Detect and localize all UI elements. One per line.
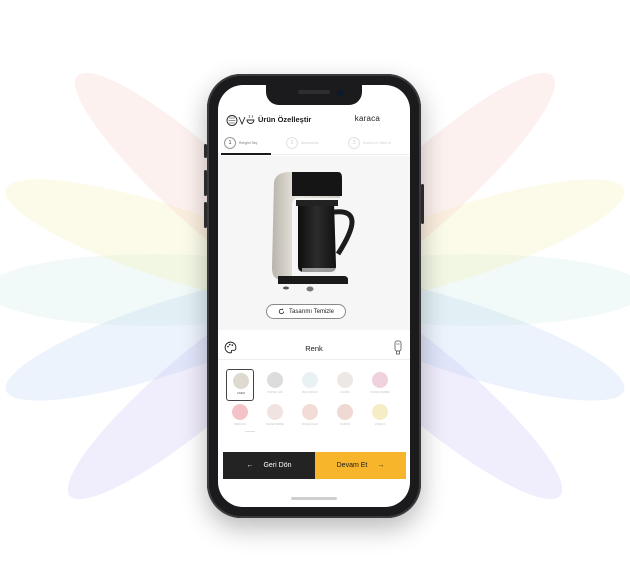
phone-power-button	[421, 184, 424, 224]
refresh-icon	[278, 308, 285, 315]
back-label: Geri Dön	[263, 462, 292, 469]
swatch-color-dot	[337, 404, 353, 420]
color-swatch[interactable]: NUDE PEMBE	[261, 401, 289, 433]
phone-volume-up	[204, 170, 207, 196]
color-swatch[interactable]: ROSE GOLD	[296, 401, 324, 433]
color-swatch[interactable]: VANİLYA	[366, 401, 394, 433]
swatch-label: SOMON	[339, 423, 351, 426]
swatch-color-dot	[372, 372, 388, 388]
color-swatch[interactable]: MERCAN	[226, 401, 254, 433]
progress-stepper: 1 Rengini Seç 2 Aksesuarlar 3 Kontrol ve…	[218, 133, 410, 155]
phone-mute-switch	[204, 144, 207, 158]
page-title: Ürün Özelleştir	[258, 115, 312, 124]
brand-logo[interactable]: karaca	[355, 114, 380, 123]
color-section-title: Renk	[305, 344, 323, 353]
phone-screen: Ürün Özelleştir karaca • • • • 1 Rengini…	[218, 85, 410, 507]
step-label: Rengini Seç	[239, 141, 258, 145]
swatch-label: KREM	[237, 392, 245, 395]
phone-volume-down	[204, 202, 207, 228]
reset-design-button[interactable]: Tasarımı Temizle	[266, 304, 346, 319]
swatch-label: ROSE GOLD	[302, 423, 318, 426]
swatch-label: FİLDİŞİ	[340, 391, 350, 394]
step-label: Aksesuarlar	[301, 141, 319, 145]
paint-tube-icon	[394, 340, 402, 355]
brand-dots-decoration: • • • •	[361, 123, 382, 127]
swatch-label: PASTEL GRİ	[267, 391, 283, 394]
swatch-color-dot	[372, 404, 388, 420]
home-indicator	[291, 497, 337, 500]
phone-mockup: Ürün Özelleştir karaca • • • • 1 Rengini…	[204, 74, 424, 518]
color-section-header: Renk	[218, 336, 410, 360]
active-step-indicator	[221, 153, 271, 155]
swatch-label: PUDRA PEMBE	[370, 391, 390, 394]
color-swatch[interactable]: PUDRA PEMBE	[366, 369, 394, 401]
step-label: Kontrol ve Satın Al	[363, 141, 391, 145]
swatch-label: MERCAN	[234, 423, 246, 426]
swatch-label: NUDE PEMBE	[266, 423, 284, 426]
swatch-color-dot	[337, 372, 353, 388]
swatch-label: BUZ MAVİSİ	[302, 391, 318, 394]
color-swatch[interactable]: BUZ MAVİSİ	[296, 369, 324, 401]
coffee-logo-icon	[226, 114, 255, 126]
color-swatch[interactable]: PASTEL GRİ	[261, 369, 289, 401]
swatch-label: VANİLYA	[374, 423, 386, 426]
swatch-color-dot	[233, 373, 249, 389]
step-number: 3	[348, 137, 360, 149]
front-camera	[337, 90, 344, 97]
arrow-left-icon: ←	[246, 462, 254, 469]
swatch-color-dot	[302, 372, 318, 388]
reset-design-label: Tasarımı Temizle	[289, 308, 334, 315]
swatch-color-dot	[267, 404, 283, 420]
coffee-machine-image	[272, 172, 355, 292]
swatch-color-dot	[232, 404, 248, 420]
arrow-right-icon: →	[377, 462, 385, 469]
step-number: 1	[224, 137, 236, 149]
app-header: Ürün Özelleştir karaca • • • •	[218, 111, 410, 129]
swatch-color-dot	[302, 404, 318, 420]
speaker-grille	[298, 90, 330, 94]
continue-label: Devam Et	[336, 462, 368, 469]
product-preview: Tasarımı Temizle	[218, 156, 410, 330]
step-number: 2	[286, 137, 298, 149]
swatch-color-dot	[267, 372, 283, 388]
back-button[interactable]: ← Geri Dön	[223, 452, 315, 479]
color-swatch[interactable]: FİLDİŞİ	[331, 369, 359, 401]
color-swatch[interactable]: SOMON	[331, 401, 359, 433]
continue-button[interactable]: Devam Et →	[315, 452, 406, 479]
color-swatch[interactable]: KREM	[226, 369, 254, 401]
phone-notch	[266, 85, 362, 105]
